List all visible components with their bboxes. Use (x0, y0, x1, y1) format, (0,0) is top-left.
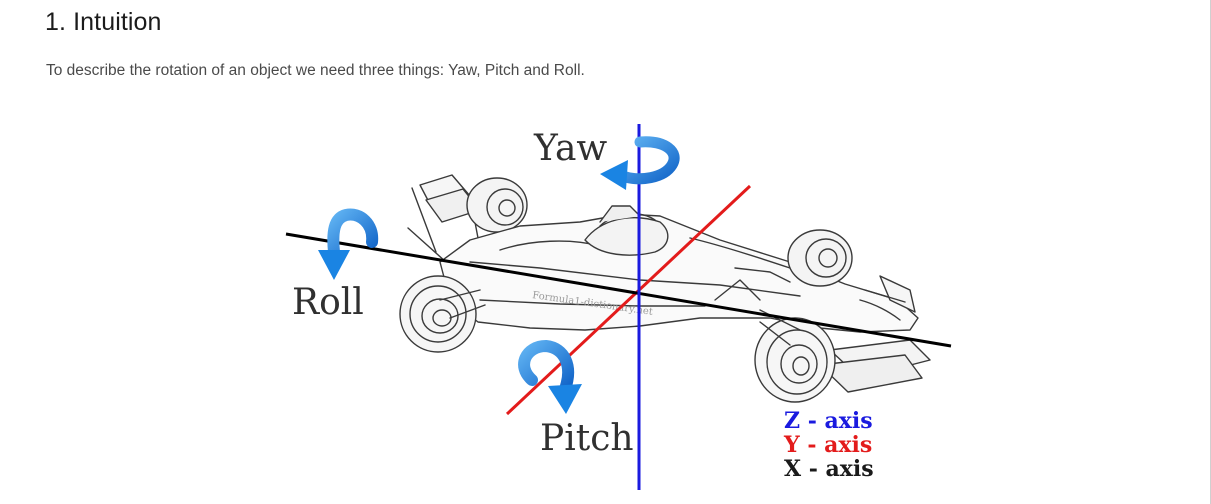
f1-car-drawing (399, 174, 931, 403)
legend-z-axis: Z - axis (784, 408, 873, 434)
front-right-wheel (754, 317, 836, 403)
rear-left-wheel (399, 275, 477, 353)
legend-y-axis: Y - axis (783, 432, 872, 458)
pitch-label: Pitch (540, 418, 634, 459)
front-left-wheel (787, 229, 853, 287)
rear-right-wheel (466, 177, 528, 233)
pitch-rotation-arrow (518, 339, 582, 414)
rotation-axes-diagram: Formula1-dictionary.net Yaw Roll Pitch Z… (285, 124, 952, 490)
yaw-rotation-arrow (600, 136, 680, 190)
axis-legend: Z - axis Y - axis X - axis (783, 408, 874, 482)
roll-label: Roll (292, 282, 364, 323)
legend-x-axis: X - axis (784, 456, 874, 482)
page: 1. Intuition To describe the rotation of… (0, 0, 1211, 504)
yaw-label: Yaw (533, 128, 607, 169)
